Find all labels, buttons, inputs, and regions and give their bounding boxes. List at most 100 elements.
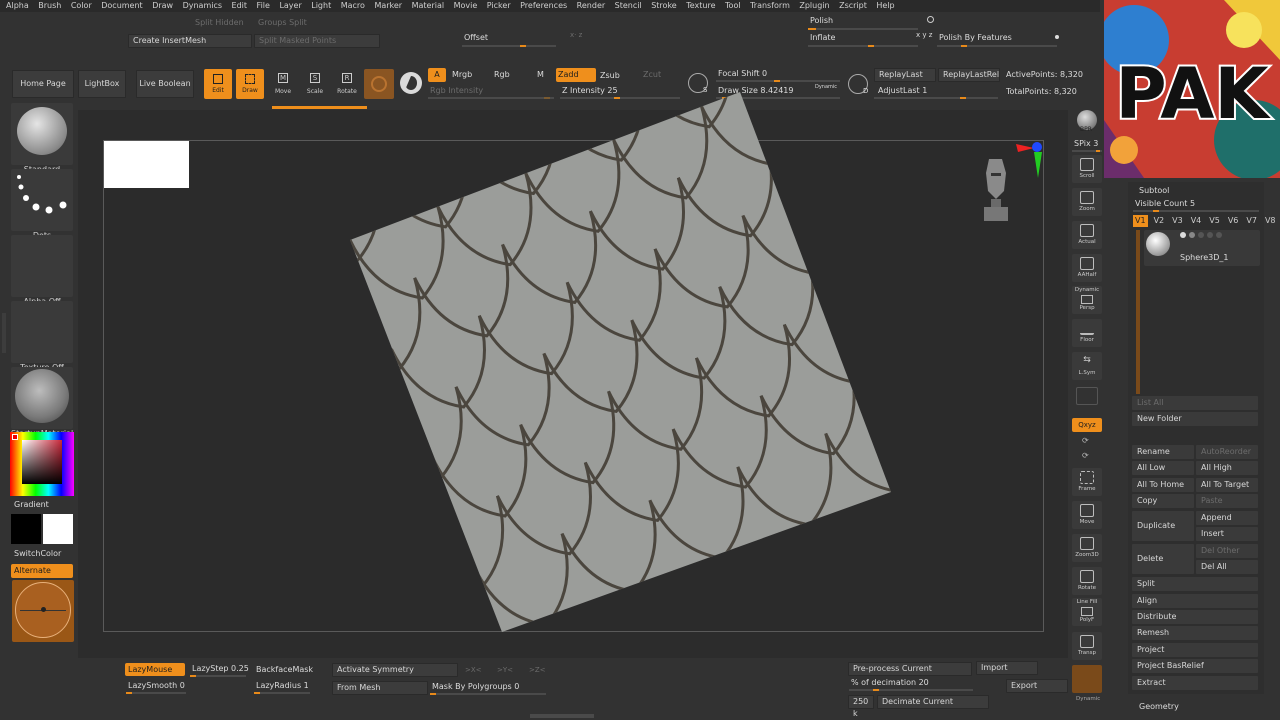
decimate-current-button[interactable]: Decimate Current: [877, 695, 989, 709]
polish-toggle-icon[interactable]: [927, 16, 934, 23]
activate-symmetry-button[interactable]: Activate Symmetry: [332, 663, 458, 677]
version-tab-v6[interactable]: V6: [1226, 215, 1241, 227]
spix-slider[interactable]: SPix 3: [1074, 139, 1098, 148]
material-swatch-icon[interactable]: [400, 72, 422, 94]
all-low-button[interactable]: All Low: [1132, 461, 1194, 475]
decimation-slider[interactable]: % of decimation 20: [851, 678, 929, 687]
inflate-track[interactable]: [808, 45, 918, 47]
subtool-scrollbar[interactable]: [1136, 230, 1140, 394]
menu-document[interactable]: Document: [101, 0, 142, 12]
menu-stencil[interactable]: Stencil: [615, 0, 642, 12]
zoom-button[interactable]: Zoom: [1072, 188, 1102, 216]
version-tab-v2[interactable]: V2: [1152, 215, 1167, 227]
split-hidden-button[interactable]: Split Hidden: [195, 18, 244, 27]
export-button[interactable]: Export: [1006, 679, 1068, 693]
ghost-button[interactable]: [1072, 665, 1102, 693]
menu-brush[interactable]: Brush: [38, 0, 61, 12]
menu-tool[interactable]: Tool: [725, 0, 741, 12]
sym-x-toggle[interactable]: >X<: [465, 666, 482, 674]
all-to-home-button[interactable]: All To Home: [1132, 478, 1194, 492]
visible-count-track[interactable]: [1133, 210, 1259, 212]
alternate-button[interactable]: Alternate: [11, 564, 73, 578]
remesh-menu[interactable]: Remesh: [1132, 626, 1258, 640]
focal-shift-slider[interactable]: Focal Shift 0: [718, 69, 767, 78]
dynamic-bottom-label[interactable]: Dynamic: [1076, 696, 1100, 702]
duplicate-button[interactable]: Duplicate: [1132, 511, 1194, 541]
alpha-thumb[interactable]: Alpha Off: [11, 235, 73, 306]
scale-mesh[interactable]: [104, 92, 1044, 632]
focal-shift-track[interactable]: [716, 80, 840, 82]
insert-button[interactable]: Insert: [1196, 527, 1258, 541]
groups-split-button[interactable]: Groups Split: [258, 18, 307, 27]
texture-thumb[interactable]: Texture Off: [11, 301, 73, 372]
lazysmooth-slider[interactable]: LazySmooth 0: [128, 681, 185, 690]
inflate-axis-label[interactable]: x y z: [916, 31, 932, 39]
auto-reorder-button[interactable]: AutoReorder: [1196, 445, 1258, 459]
scroll-button[interactable]: Scroll: [1072, 155, 1102, 183]
split-masked-points-button[interactable]: Split Masked Points: [254, 34, 380, 48]
version-tab-v3[interactable]: V3: [1170, 215, 1185, 227]
delete-button[interactable]: Delete: [1132, 544, 1194, 574]
secondary-color-swatch[interactable]: [11, 514, 41, 544]
menu-transform[interactable]: Transform: [750, 0, 790, 12]
menu-stroke[interactable]: Stroke: [651, 0, 677, 12]
move-view-button[interactable]: Move: [1072, 501, 1102, 529]
lazysmooth-track[interactable]: [126, 692, 186, 694]
menu-edit[interactable]: Edit: [232, 0, 248, 12]
brush-standard-thumb[interactable]: Standard: [11, 103, 73, 174]
project-menu[interactable]: Project: [1132, 643, 1258, 657]
menu-layer[interactable]: Layer: [279, 0, 301, 12]
frame-button[interactable]: Frame: [1072, 468, 1102, 496]
dynamic-toggle[interactable]: Dynamic: [815, 84, 837, 90]
axis-gizmo-icon[interactable]: [1004, 140, 1046, 180]
m-toggle[interactable]: M: [537, 70, 544, 79]
mask-polygroups-track[interactable]: [430, 693, 546, 695]
inflate-slider[interactable]: Inflate: [810, 33, 835, 42]
a-toggle[interactable]: A: [428, 68, 446, 82]
menu-picker[interactable]: Picker: [487, 0, 511, 12]
gradient-label[interactable]: Gradient: [14, 500, 49, 509]
lazymouse-toggle[interactable]: LazyMouse: [125, 663, 185, 676]
mrgb-toggle[interactable]: Mrgb: [452, 70, 472, 79]
polycount-field[interactable]: 250 k: [848, 695, 874, 718]
primary-color-swatch[interactable]: [43, 514, 73, 544]
actual-button[interactable]: Actual: [1072, 221, 1102, 249]
rgb-toggle[interactable]: Rgb: [494, 70, 510, 79]
paste-button[interactable]: Paste: [1196, 494, 1258, 508]
home-page-button[interactable]: Home Page: [12, 70, 74, 98]
subtool-toggles[interactable]: [1180, 232, 1256, 238]
menu-macro[interactable]: Macro: [341, 0, 365, 12]
offset-axis-label[interactable]: x· z: [570, 31, 582, 39]
version-tab-v4[interactable]: V4: [1189, 215, 1204, 227]
polyf-button[interactable]: Line Fill PolyF: [1072, 598, 1102, 626]
sym-z-toggle[interactable]: >Z<: [529, 666, 546, 674]
aahalf-button[interactable]: AAHalf: [1072, 254, 1102, 282]
menu-marker[interactable]: Marker: [374, 0, 402, 12]
extract-menu[interactable]: Extract: [1132, 676, 1258, 690]
del-all-button[interactable]: Del All: [1196, 560, 1258, 574]
lsym-button[interactable]: ⇆ L.Sym: [1072, 352, 1102, 380]
rename-button[interactable]: Rename: [1132, 445, 1194, 459]
switch-color-button[interactable]: SwitchColor: [14, 549, 61, 558]
offset-track[interactable]: [462, 45, 556, 47]
material-thumb[interactable]: StartupMaterial: [11, 367, 73, 438]
menu-alpha[interactable]: Alpha: [6, 0, 29, 12]
menu-zplugin[interactable]: Zplugin: [799, 0, 829, 12]
xyz-symmetry-button[interactable]: Qxyz: [1072, 418, 1102, 432]
lazystep-slider[interactable]: LazyStep 0.25: [192, 664, 249, 673]
zsub-toggle[interactable]: Zsub: [600, 71, 620, 80]
polish-slider[interactable]: Polish: [810, 16, 833, 25]
preprocess-current-button[interactable]: Pre-process Current: [848, 662, 972, 676]
zadd-toggle[interactable]: Zadd: [556, 68, 596, 82]
menu-file[interactable]: File: [257, 0, 270, 12]
bottom-tray-handle[interactable]: [530, 714, 594, 718]
stroke-dots-thumb[interactable]: Dots: [11, 169, 73, 240]
subtool-item[interactable]: Sphere3D_1: [1144, 230, 1260, 266]
left-tray-handle[interactable]: [2, 313, 6, 353]
subtool-title[interactable]: Subtool: [1139, 186, 1169, 195]
polish-track[interactable]: [808, 28, 918, 30]
copy-button[interactable]: Copy: [1132, 494, 1194, 508]
persp-button[interactable]: Dynamic Persp: [1072, 286, 1102, 314]
menu-material[interactable]: Material: [412, 0, 445, 12]
version-tab-v8[interactable]: V8: [1263, 215, 1278, 227]
